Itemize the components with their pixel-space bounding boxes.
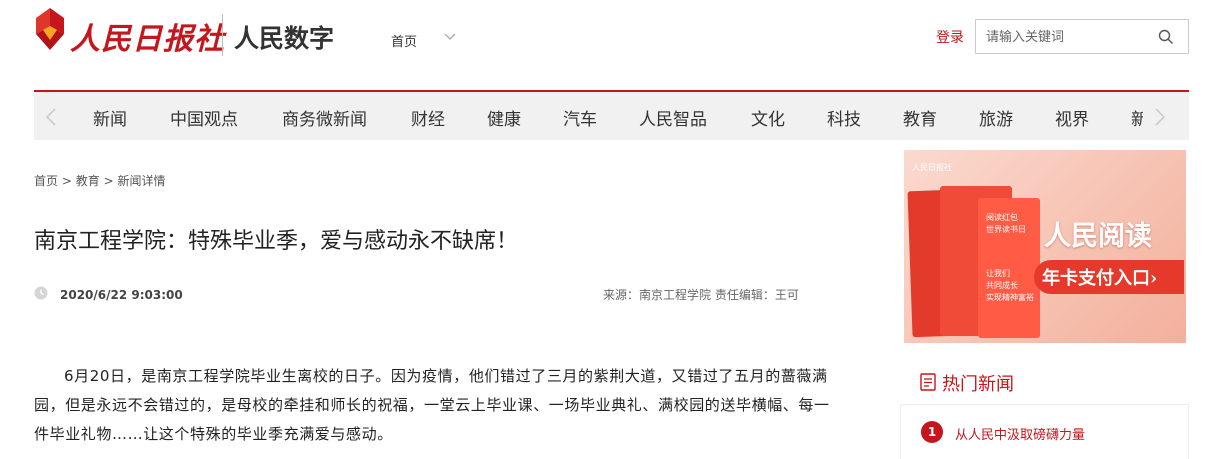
nav-item-health[interactable]: 健康 bbox=[487, 105, 521, 130]
hot-news-item[interactable]: 从人民中汲取磅礴力量 bbox=[955, 424, 1085, 443]
rank-badge: 1 bbox=[921, 421, 943, 443]
nav-item-news[interactable]: 新闻 bbox=[93, 105, 127, 130]
article-body: 6月20日，是南京工程学院毕业生离校的日子。因为疫情，他们错过了三月的紫荆大道，… bbox=[34, 362, 834, 449]
nav-item-more[interactable]: 新 bbox=[1131, 105, 1143, 130]
article-title: 南京工程学院：特殊毕业季，爱与感动永不缺席！ bbox=[34, 229, 519, 254]
login-link[interactable]: 登录 bbox=[936, 27, 964, 47]
ad-logo: 人民日报社 bbox=[912, 163, 952, 172]
search-icon[interactable] bbox=[1158, 29, 1174, 45]
clock-icon bbox=[34, 286, 48, 300]
ad-text: 让我们 bbox=[986, 269, 1010, 278]
nav-item-auto[interactable]: 汽车 bbox=[563, 105, 597, 130]
ad-text: 实现精神富裕 bbox=[986, 293, 1034, 302]
ad-button-label[interactable]: 年卡支付入口› bbox=[1042, 264, 1157, 290]
ad-text: 共同成长 bbox=[986, 281, 1018, 290]
publish-date: 2020/6/22 9:03:00 bbox=[60, 288, 183, 302]
home-dropdown[interactable]: 首页 bbox=[391, 31, 417, 50]
nav-item-business[interactable]: 商务微新闻 bbox=[282, 105, 367, 130]
ad-text: 阅读红包 bbox=[986, 213, 1018, 222]
hot-news-list: 1 从人民中汲取磅礴力量 bbox=[900, 404, 1189, 459]
article-source: 来源：南京工程学院 责任编辑：王可 bbox=[603, 288, 799, 302]
reading-ad-banner[interactable]: 人民日报社 阅读红包 世界读书日 让我们 共同成长 实现精神富裕 人民阅读 年卡… bbox=[904, 150, 1186, 343]
nav-item-travel[interactable]: 旅游 bbox=[979, 105, 1013, 130]
search-input[interactable] bbox=[986, 27, 1146, 47]
nav-item-education[interactable]: 教育 bbox=[903, 105, 937, 130]
chevron-left-icon[interactable] bbox=[44, 108, 58, 126]
nav-item-tech[interactable]: 科技 bbox=[827, 105, 861, 130]
search-box bbox=[975, 19, 1189, 54]
breadcrumb: 首页 > 教育 > 新闻详情 bbox=[34, 172, 165, 189]
breadcrumb-separator: > bbox=[61, 174, 72, 188]
nav-item-smart-products[interactable]: 人民智品 bbox=[639, 105, 707, 130]
hot-news-title: 热门新闻 bbox=[942, 374, 1014, 395]
site-name[interactable]: 人民数字 bbox=[234, 19, 334, 55]
document-icon bbox=[920, 373, 936, 391]
nav-item-finance[interactable]: 财经 bbox=[411, 105, 445, 130]
ad-text: 世界读书日 bbox=[986, 225, 1026, 234]
logo-mark-icon bbox=[36, 8, 64, 50]
nav-item-culture[interactable]: 文化 bbox=[751, 105, 785, 130]
article-paragraph: 6月20日，是南京工程学院毕业生离校的日子。因为疫情，他们错过了三月的紫荆大道，… bbox=[34, 367, 830, 443]
chevron-right-icon[interactable] bbox=[1153, 108, 1167, 126]
logo-text[interactable]: 人民日报社 bbox=[70, 14, 225, 58]
nav-item-china-view[interactable]: 中国观点 bbox=[170, 105, 238, 130]
ad-headline: 人民阅读 bbox=[1044, 221, 1152, 252]
main-nav: 新闻 中国观点 商务微新闻 财经 健康 汽车 人民智品 文化 科技 教育 旅游 … bbox=[34, 90, 1189, 140]
breadcrumb-current: 新闻详情 bbox=[117, 174, 166, 188]
logo-divider bbox=[222, 14, 223, 56]
breadcrumb-home[interactable]: 首页 bbox=[34, 174, 58, 188]
nav-list: 新闻 中国观点 商务微新闻 财经 健康 汽车 人民智品 文化 科技 教育 旅游 … bbox=[34, 92, 1189, 140]
breadcrumb-education[interactable]: 教育 bbox=[76, 174, 100, 188]
nav-item-vision[interactable]: 视界 bbox=[1055, 105, 1089, 130]
chevron-down-icon[interactable] bbox=[444, 33, 456, 41]
breadcrumb-separator: > bbox=[103, 174, 114, 188]
